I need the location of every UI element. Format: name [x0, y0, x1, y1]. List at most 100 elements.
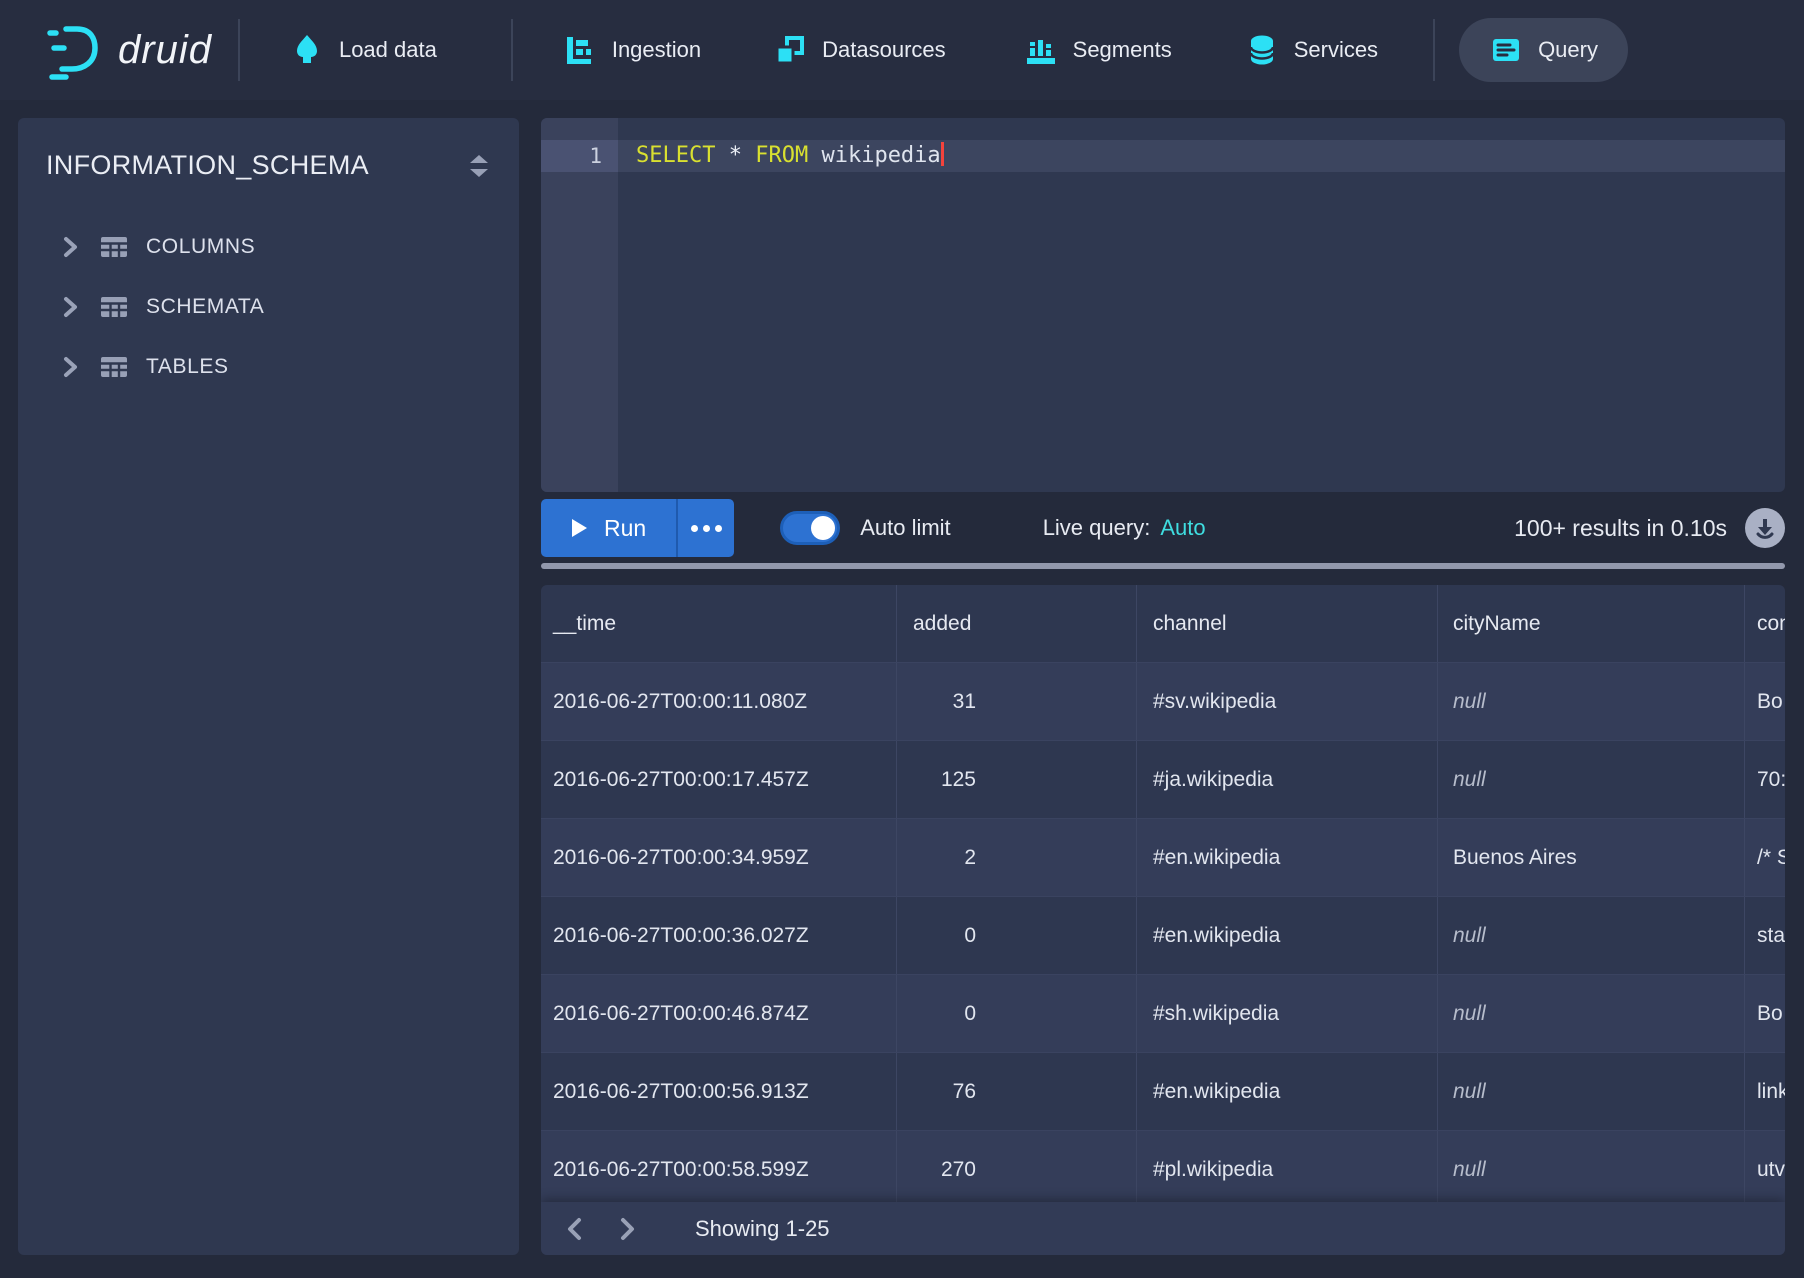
sidebar-item-tables[interactable]: TABLES [18, 337, 519, 397]
live-query-value[interactable]: Auto [1160, 515, 1205, 540]
cell-cityname[interactable]: null [1438, 1131, 1745, 1208]
cell-added[interactable]: 0 [897, 975, 1137, 1052]
cell-channel[interactable]: #en.wikipedia [1137, 819, 1438, 896]
sql-editor[interactable]: 1 SELECT * FROM wikipedia [541, 118, 1785, 492]
more-ellipsis-icon [691, 525, 698, 532]
nav-item-datasources[interactable]: Datasources [773, 33, 946, 67]
cell-cityname[interactable]: null [1438, 663, 1745, 740]
nav-item-query[interactable]: Query [1459, 18, 1628, 82]
cell-cityname[interactable]: Buenos Aires [1438, 819, 1745, 896]
cell-comment[interactable]: /* S [1745, 819, 1785, 896]
cell-cityname[interactable]: null [1438, 897, 1745, 974]
editor-gutter: 1 [541, 118, 618, 492]
nav-item-ingestion[interactable]: Ingestion [563, 33, 701, 67]
druid-logo[interactable]: druid [38, 18, 212, 82]
nav-item-services[interactable]: Services [1245, 33, 1378, 67]
cell-channel[interactable]: #en.wikipedia [1137, 1053, 1438, 1130]
live-query-label: Live query: [1043, 515, 1151, 540]
cell-comment[interactable]: Bo [1745, 975, 1785, 1052]
sidebar-item-label: SCHEMATA [146, 295, 264, 319]
nav-divider [511, 19, 513, 81]
cell-added[interactable]: 76 [897, 1053, 1137, 1130]
druid-console: druid Load data Ingestion [0, 0, 1804, 1278]
upload-icon [290, 33, 324, 67]
cell-channel[interactable]: #ja.wikipedia [1137, 741, 1438, 818]
chevron-right-icon [60, 295, 80, 319]
cell-added[interactable]: 2 [897, 819, 1137, 896]
chevron-left-icon [563, 1215, 587, 1243]
cell-channel[interactable]: #sh.wikipedia [1137, 975, 1438, 1052]
nav-item-label: Services [1294, 37, 1378, 63]
table-row: 2016-06-27T00:00:58.599Z 270 #pl.wikiped… [541, 1131, 1785, 1209]
table-row: 2016-06-27T00:00:17.457Z 125 #ja.wikiped… [541, 741, 1785, 819]
nav-item-label: Load data [339, 37, 437, 63]
cell-time[interactable]: 2016-06-27T00:00:11.080Z [541, 663, 897, 740]
cell-cityname[interactable]: null [1438, 1053, 1745, 1130]
nav-item-load-data[interactable]: Load data [290, 33, 437, 67]
double-caret-sort-icon[interactable] [469, 154, 489, 178]
column-header-comment[interactable]: comment [1745, 585, 1785, 662]
cell-time[interactable]: 2016-06-27T00:00:46.874Z [541, 975, 897, 1052]
sidebar-item-columns[interactable]: COLUMNS [18, 217, 519, 277]
pagination-bar: Showing 1-25 [541, 1202, 1785, 1255]
column-header-channel[interactable]: channel [1137, 585, 1438, 662]
cell-comment[interactable]: 70: [1745, 741, 1785, 818]
text-cursor [941, 142, 944, 166]
cell-time[interactable]: 2016-06-27T00:00:34.959Z [541, 819, 897, 896]
result-count-text: 100+ results in 0.10s [1514, 515, 1727, 542]
nav-item-label: Segments [1073, 37, 1172, 63]
ingestion-icon [563, 33, 597, 67]
table-grid-icon [100, 235, 128, 259]
cell-time[interactable]: 2016-06-27T00:00:56.913Z [541, 1053, 897, 1130]
column-header-added[interactable]: added [897, 585, 1137, 662]
druid-logo-icon [38, 18, 110, 82]
run-more-options-button[interactable] [676, 499, 734, 557]
editor-code-area[interactable]: SELECT * FROM wikipedia [618, 118, 1785, 492]
cell-comment[interactable]: sta [1745, 897, 1785, 974]
nav-item-segments[interactable]: Segments [1024, 33, 1172, 67]
sql-line: SELECT * FROM wikipedia [618, 140, 1785, 172]
table-row: 2016-06-27T00:00:46.874Z 0 #sh.wikipedia… [541, 975, 1785, 1053]
column-header-cityname[interactable]: cityName [1438, 585, 1745, 662]
table-row: 2016-06-27T00:00:34.959Z 2 #en.wikipedia… [541, 819, 1785, 897]
previous-page-button[interactable] [563, 1215, 587, 1243]
cell-added[interactable]: 270 [897, 1131, 1137, 1208]
run-button[interactable]: Run [541, 499, 676, 557]
schema-title: INFORMATION_SCHEMA [46, 150, 469, 181]
table-row: 2016-06-27T00:00:11.080Z 31 #sv.wikipedi… [541, 663, 1785, 741]
chevron-right-icon [60, 235, 80, 259]
table-row: 2016-06-27T00:00:36.027Z 0 #en.wikipedia… [541, 897, 1785, 975]
cell-added[interactable]: 0 [897, 897, 1137, 974]
cell-time[interactable]: 2016-06-27T00:00:17.457Z [541, 741, 897, 818]
toggle-knob [811, 516, 835, 540]
schema-selector[interactable]: INFORMATION_SCHEMA [18, 118, 519, 187]
result-status: 100+ results in 0.10s [1514, 508, 1785, 548]
line-number: 1 [541, 140, 618, 172]
sidebar-item-label: COLUMNS [146, 235, 255, 259]
schema-tree: COLUMNS SCHEMATA [18, 187, 519, 397]
sql-operator: * [715, 143, 755, 168]
schema-sidebar: INFORMATION_SCHEMA [18, 118, 519, 1255]
nav-item-label: Datasources [822, 37, 946, 63]
cell-cityname[interactable]: null [1438, 741, 1745, 818]
next-page-button[interactable] [615, 1215, 639, 1243]
cell-time[interactable]: 2016-06-27T00:00:36.027Z [541, 897, 897, 974]
sidebar-item-schemata[interactable]: SCHEMATA [18, 277, 519, 337]
table-grid-icon [100, 355, 128, 379]
cell-added[interactable]: 31 [897, 663, 1137, 740]
cell-channel[interactable]: #en.wikipedia [1137, 897, 1438, 974]
nav-divider [238, 19, 240, 81]
cell-cityname[interactable]: null [1438, 975, 1745, 1052]
download-results-button[interactable] [1745, 508, 1785, 548]
cell-channel[interactable]: #pl.wikipedia [1137, 1131, 1438, 1208]
column-header-time[interactable]: __time [541, 585, 897, 662]
auto-limit-toggle[interactable] [780, 511, 840, 545]
cell-channel[interactable]: #sv.wikipedia [1137, 663, 1438, 740]
cell-time[interactable]: 2016-06-27T00:00:58.599Z [541, 1131, 897, 1208]
services-icon [1245, 33, 1279, 67]
cell-comment[interactable]: Bo [1745, 663, 1785, 740]
cell-comment[interactable]: link [1745, 1053, 1785, 1130]
panel-resize-handle[interactable] [541, 563, 1785, 569]
cell-added[interactable]: 125 [897, 741, 1137, 818]
cell-comment[interactable]: utv [1745, 1131, 1785, 1208]
